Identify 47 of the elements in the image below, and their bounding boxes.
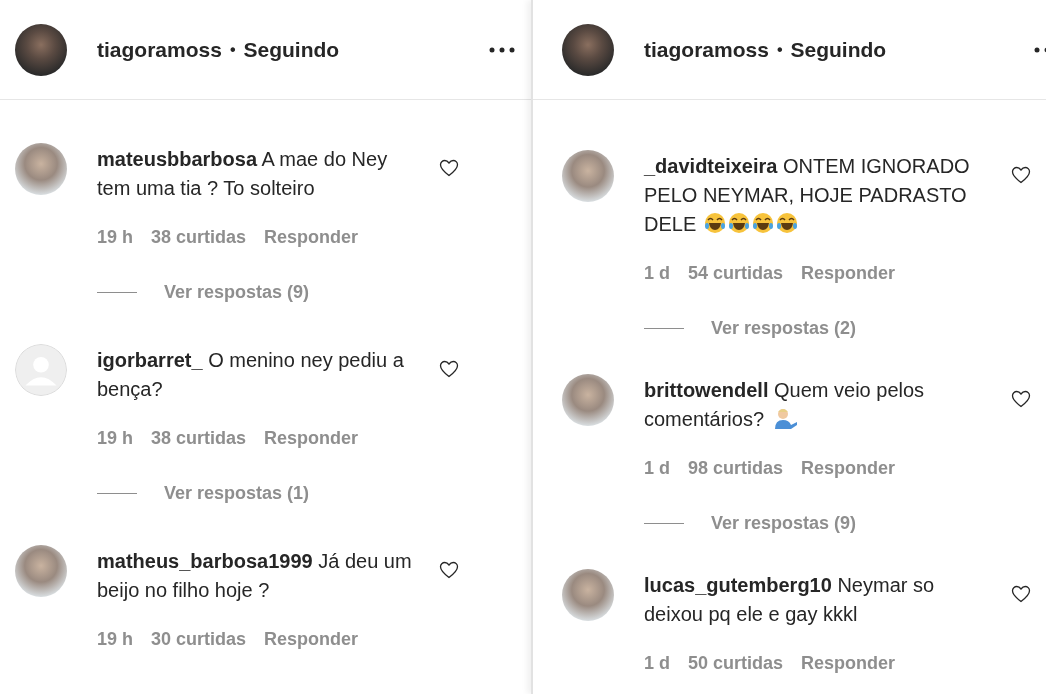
laughing-face-icon — [751, 212, 774, 234]
laughing-face-icon — [727, 212, 750, 234]
separator-dot: • — [229, 40, 236, 59]
username[interactable]: tiagoramoss — [97, 37, 222, 62]
comment-time[interactable]: 1 d — [644, 456, 670, 480]
avatar-photo-placeholder[interactable] — [562, 23, 614, 76]
reply-button[interactable]: Responder — [801, 261, 896, 285]
comment-text: brittowendell Quem veio pelos comentários? — [644, 378, 926, 432]
heart-icon[interactable] — [1011, 166, 1031, 184]
comment-time[interactable]: 1 d — [644, 651, 670, 675]
reply-button[interactable]: Responder — [264, 225, 359, 249]
likes-count[interactable]: 50 curtidas — [688, 651, 784, 675]
comment-time[interactable]: 1 d — [644, 261, 670, 285]
comment-time[interactable]: 19 h — [97, 627, 134, 651]
heart-icon[interactable] — [1011, 585, 1031, 603]
avatar-photo-placeholder[interactable] — [15, 23, 67, 76]
heart-icon[interactable] — [439, 159, 459, 177]
more-options-icon[interactable] — [489, 46, 515, 53]
separator-dot: • — [776, 40, 783, 59]
reply-button[interactable]: Responder — [264, 426, 359, 450]
laughing-face-icon — [775, 212, 798, 234]
laughing-face-icon — [703, 212, 726, 234]
likes-count[interactable]: 98 curtidas — [688, 456, 784, 480]
comment-text: igorbarret_ O menino ney pediu a bença? — [97, 348, 405, 402]
view-replies-button[interactable]: Ver respostas (9) — [164, 280, 310, 304]
comment-text: mateusbbarbosa A mae do Ney tem uma tia ? To solteiro — [97, 147, 389, 201]
likes-count[interactable]: 38 curtidas — [151, 225, 247, 249]
follow-status[interactable]: Seguindo — [243, 37, 340, 62]
likes-count[interactable]: 54 curtidas — [688, 261, 784, 285]
reply-button[interactable]: Responder — [801, 456, 896, 480]
likes-count[interactable]: 38 curtidas — [151, 426, 247, 450]
heart-icon[interactable] — [1011, 390, 1031, 408]
comment-time[interactable]: 19 h — [97, 225, 134, 249]
comment-time[interactable]: 19 h — [97, 426, 134, 450]
comment-text: matheus_barbosa1999 Já deu um beijo no filho hoje ? — [97, 549, 413, 603]
comment-text: _davidteixeira ONTEM IGNORADO PELO NEYMAR, HOJE PADRASTO DELE — [644, 154, 971, 237]
view-replies-button[interactable]: Ver respostas (1) — [164, 481, 310, 505]
view-replies-button[interactable]: Ver respostas (2) — [711, 316, 857, 340]
follow-status[interactable]: Seguindo — [790, 37, 887, 62]
username[interactable]: tiagoramoss — [644, 37, 769, 62]
reply-button[interactable]: Responder — [264, 627, 359, 651]
likes-count[interactable]: 30 curtidas — [151, 627, 247, 651]
reply-button[interactable]: Responder — [801, 651, 896, 675]
heart-icon[interactable] — [439, 360, 459, 378]
comment-text: lucas_gutemberg10 Neymar so deixou pq ele e gay kkkl — [644, 573, 936, 627]
heart-icon[interactable] — [439, 561, 459, 579]
view-replies-button[interactable]: Ver respostas (9) — [711, 511, 857, 535]
